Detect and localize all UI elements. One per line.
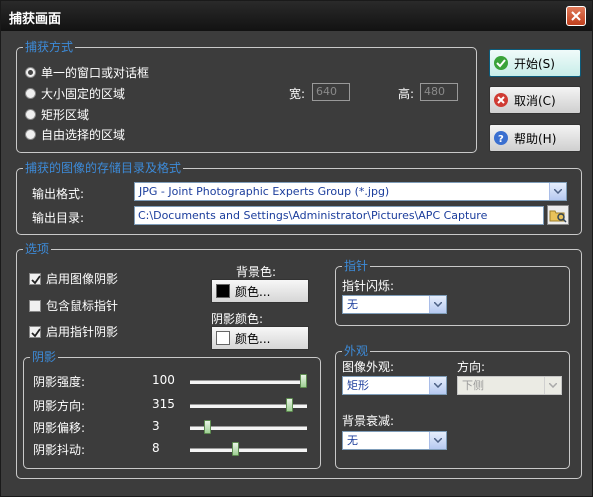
chevron-down-icon: [429, 296, 446, 313]
format-label: 输出格式:: [32, 187, 85, 201]
checkbox-image-shadow[interactable]: 启用图像阴影: [29, 270, 118, 287]
bg-color-label: 背景色:: [236, 265, 277, 279]
start-label: 开始(S): [514, 56, 555, 71]
close-icon: [571, 11, 581, 21]
close-button[interactable]: [566, 6, 586, 26]
checkbox-box: [29, 325, 41, 338]
bg-color-button-label: 颜色...: [235, 284, 271, 299]
folder-search-icon: [549, 210, 567, 223]
radio-label: 矩形区域: [41, 108, 90, 122]
height-input[interactable]: 480: [420, 83, 458, 101]
bg-color-button[interactable]: 颜色...: [211, 279, 309, 303]
slider-track[interactable]: [190, 380, 307, 384]
bg-fade-select[interactable]: 无: [342, 431, 447, 450]
help-button[interactable]: ? 帮助(H): [489, 124, 581, 152]
checkmark-icon: [31, 327, 41, 337]
browse-folder-button[interactable]: [547, 205, 569, 225]
direction-value: 下侧: [462, 379, 484, 392]
checkbox-label: 启用指针阴影: [46, 325, 119, 339]
format-value: JPG - Joint Photographic Experts Group (…: [139, 185, 390, 198]
checkbox-box: [29, 299, 41, 312]
checkbox-pointer-shadow[interactable]: 启用指针阴影: [29, 323, 118, 340]
cancel-label: 取消(C): [514, 93, 556, 108]
shadow-row-label: 阴影偏移:: [33, 421, 86, 435]
dir-label: 输出目录:: [32, 211, 85, 225]
shadow-row-label: 阴影强度:: [33, 375, 86, 389]
pointer-flash-value: 无: [347, 298, 358, 311]
slider-thumb[interactable]: [204, 420, 211, 434]
svg-text:?: ?: [498, 134, 504, 145]
help-icon: ?: [494, 131, 508, 145]
direction-label: 方向:: [457, 360, 486, 374]
radio-dot: [25, 67, 36, 78]
radio-label: 单一的窗口或对话框: [41, 66, 150, 80]
shadow-row-value: 100: [152, 373, 175, 387]
bg-fade-label: 背景衰减:: [342, 414, 395, 428]
bg-color-swatch: [216, 284, 230, 298]
window-title: 捕获画面: [9, 12, 62, 27]
radio-single-window[interactable]: 单一的窗口或对话框: [25, 64, 149, 81]
pointer-flash-select[interactable]: 无: [342, 295, 447, 314]
shadow-color-button-label: 颜色...: [235, 331, 271, 346]
chevron-down-icon: [429, 432, 446, 449]
appearance-legend: 外观: [342, 344, 371, 358]
capture-dialog: 捕获画面 捕获方式 单一的窗口或对话框 大小固定的区域 矩形区域 自由选择的区域…: [0, 0, 593, 497]
cancel-button[interactable]: 取消(C): [489, 86, 581, 114]
shadow-row-value: 8: [152, 441, 160, 455]
start-button[interactable]: 开始(S): [489, 49, 581, 77]
checkbox-box: [29, 272, 41, 285]
checkbox-include-pointer[interactable]: 包含鼠标指针: [29, 297, 118, 314]
capture-mode-legend: 捕获方式: [23, 40, 76, 54]
cancel-icon: [494, 93, 508, 107]
checkmark-icon: [31, 274, 41, 284]
radio-rect-region[interactable]: 矩形区域: [25, 106, 89, 123]
direction-select[interactable]: 下侧: [457, 376, 562, 395]
chevron-down-icon: [549, 183, 566, 200]
height-label: 高:: [398, 87, 415, 101]
bg-fade-value: 无: [347, 434, 358, 447]
slider-thumb[interactable]: [286, 398, 293, 412]
pointer-legend: 指针: [342, 259, 371, 273]
dir-input[interactable]: C:\Documents and Settings\Administrator\…: [134, 206, 544, 225]
shadow-row-value: 315: [152, 397, 175, 411]
slider-thumb[interactable]: [232, 442, 239, 456]
shadow-row-label: 阴影方向:: [33, 399, 86, 413]
options-legend: 选项: [23, 242, 52, 256]
shadow-row-value: 3: [152, 419, 160, 433]
shadow-row-label: 阴影抖动:: [33, 443, 86, 457]
checkbox-label: 启用图像阴影: [46, 272, 119, 286]
image-look-select[interactable]: 矩形: [342, 376, 447, 395]
pointer-flash-label: 指针闪烁:: [342, 279, 395, 293]
shadow-color-label: 阴影颜色:: [211, 312, 264, 326]
shadow-legend: 阴影: [30, 350, 59, 364]
radio-dot: [25, 129, 36, 140]
image-look-label: 图像外观:: [342, 360, 395, 374]
format-select[interactable]: JPG - Joint Photographic Experts Group (…: [134, 182, 567, 201]
width-label: 宽:: [289, 87, 306, 101]
radio-fixed-region[interactable]: 大小固定的区域: [25, 85, 125, 102]
storage-legend: 捕获的图像的存储目录及格式: [23, 161, 184, 175]
check-icon: [494, 56, 508, 70]
shadow-color-swatch: [216, 331, 230, 345]
radio-dot: [25, 109, 36, 120]
image-look-value: 矩形: [347, 379, 369, 392]
radio-label: 自由选择的区域: [41, 128, 126, 142]
slider-track[interactable]: [190, 448, 307, 452]
shadow-color-button[interactable]: 颜色...: [211, 326, 309, 350]
slider-thumb[interactable]: [300, 374, 307, 388]
chevron-down-icon: [544, 377, 561, 394]
radio-freeform-region[interactable]: 自由选择的区域: [25, 126, 125, 143]
chevron-down-icon: [429, 377, 446, 394]
help-label: 帮助(H): [514, 131, 557, 146]
width-input[interactable]: 640: [312, 83, 350, 101]
checkbox-label: 包含鼠标指针: [46, 299, 119, 313]
radio-label: 大小固定的区域: [41, 87, 126, 101]
title-bar[interactable]: 捕获画面: [1, 1, 592, 31]
radio-dot: [25, 88, 36, 99]
